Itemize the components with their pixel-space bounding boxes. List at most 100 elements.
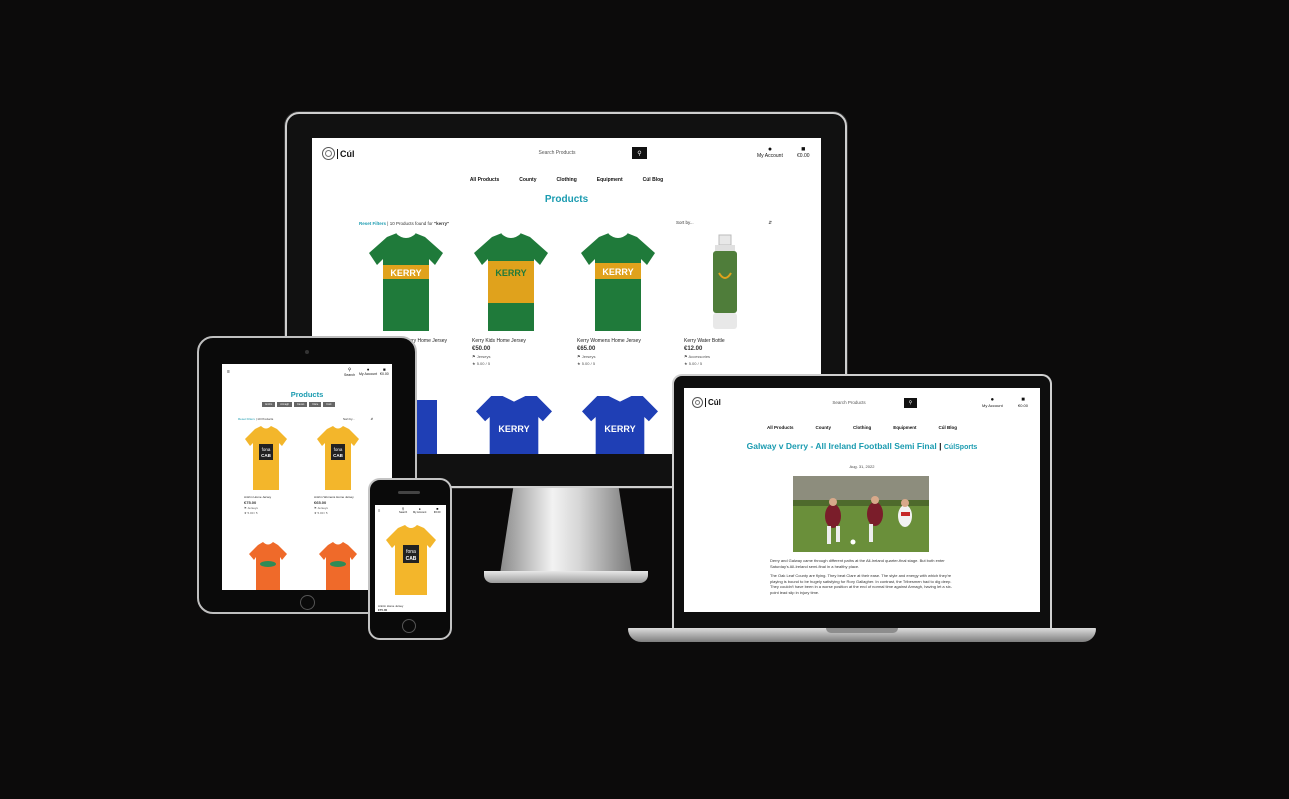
svg-text:CAB: CAB — [406, 556, 417, 562]
search-bar: Search Products ⚲ — [482, 147, 647, 159]
bag-link[interactable]: ■ €0.00 — [380, 367, 389, 376]
results-summary: Reset Filters | 10 Products — [238, 417, 273, 421]
antrim-jersey-image[interactable]: fona CAB — [244, 426, 288, 492]
product-price: €50.00 — [472, 346, 491, 352]
product-info: Antrim Home Jersey €75.00 ⚑ Jerseys ★ 5.… — [244, 495, 304, 515]
chip[interactable]: Armagh — [277, 402, 292, 407]
site-logo[interactable]: Cúl — [692, 397, 721, 408]
product-card[interactable]: KERRY — [472, 232, 550, 338]
nav-clothing[interactable]: Clothing — [853, 425, 871, 430]
account-link[interactable]: ● My Account — [359, 367, 377, 376]
nav-equipment[interactable]: Equipment — [597, 177, 623, 183]
svg-text:fona: fona — [406, 549, 416, 555]
product-name[interactable]: Kerry Womens Home Jersey — [577, 338, 677, 344]
antrim-jersey-image[interactable]: fona CAB — [385, 525, 437, 597]
tag-icon: ⚑ — [577, 354, 581, 359]
user-icon: ● — [767, 146, 773, 153]
post-author[interactable]: CúlSports — [944, 444, 977, 451]
nav-equipment[interactable]: Equipment — [893, 425, 916, 430]
product-category[interactable]: Jerseys — [582, 354, 596, 359]
search-button[interactable]: ⚲ — [632, 147, 647, 159]
logo-divider — [337, 148, 338, 159]
product-rating: 5.00 / 5 — [317, 511, 328, 515]
nav-county[interactable]: County — [519, 177, 536, 183]
account-label: My Account — [982, 403, 1003, 408]
account-label: My Account — [359, 372, 378, 376]
blue-jersey-image[interactable]: KERRY — [476, 396, 552, 454]
menu-icon[interactable]: ≡ — [227, 369, 230, 375]
product-card[interactable] — [707, 233, 743, 338]
desktop-monitor-stand — [500, 488, 632, 574]
bag-link[interactable]: ■ €0.00 — [797, 146, 810, 159]
search-icon: ⚲ — [908, 400, 913, 406]
product-name[interactable]: Antrim Home Jersey — [244, 495, 304, 499]
site-logo[interactable]: Cúl — [322, 147, 355, 160]
blue-jersey-image[interactable]: KERRY — [582, 396, 658, 454]
nav-clothing[interactable]: Clothing — [557, 177, 577, 183]
search-button[interactable]: ⚲ — [904, 398, 917, 408]
bag-total: €0.00 — [434, 511, 441, 514]
chip[interactable]: Cavan — [294, 402, 308, 407]
nav-all-products[interactable]: All Products — [470, 177, 499, 183]
phone-speaker — [398, 491, 420, 494]
product-name[interactable]: Kerry Kids Home Jersey — [472, 338, 562, 344]
chip[interactable]: Cork — [323, 402, 335, 407]
search-link[interactable]: ⚲ Search — [344, 367, 355, 377]
product-name[interactable]: Kerry Water Bottle — [684, 338, 774, 344]
product-price: €65.00 — [314, 500, 327, 505]
product-category[interactable]: Jerseys — [477, 354, 491, 359]
svg-text:KERRY: KERRY — [390, 268, 421, 278]
nav-blog[interactable]: Cúl Blog — [939, 425, 958, 430]
account-link[interactable]: ● My Account — [982, 397, 1003, 408]
post-body: Derry and Galway came through different … — [770, 558, 954, 596]
search-input[interactable]: Search Products — [482, 147, 632, 159]
armagh-jersey-image[interactable] — [318, 542, 358, 590]
sort-select[interactable]: Sort by... ⇵ — [343, 417, 373, 421]
chip[interactable]: Clare — [309, 402, 322, 407]
bag-total: €0.00 — [1018, 403, 1029, 408]
search-label: Search — [344, 373, 356, 377]
account-link[interactable]: ● My Account — [413, 507, 426, 514]
product-category[interactable]: Jerseys — [248, 506, 258, 510]
kerry-jersey-image: KERRY — [369, 232, 443, 331]
account-link[interactable]: ● My Account — [757, 146, 783, 159]
nav-all-products[interactable]: All Products — [767, 425, 794, 430]
armagh-jersey-image[interactable] — [248, 542, 288, 590]
search-input[interactable]: Search Products — [794, 398, 904, 408]
product-rating: 5.00 / 5 — [581, 361, 596, 366]
sort-chevron-icon: ⇵ — [370, 417, 373, 421]
antrim-womens-jersey-image[interactable]: fona CAB — [316, 426, 360, 492]
logo-text: Cúl — [708, 398, 721, 407]
tablet-camera — [305, 350, 309, 354]
product-category[interactable]: Accessories — [688, 354, 710, 359]
bag-link[interactable]: ■ €0.00 — [434, 507, 441, 514]
svg-text:fona: fona — [334, 447, 343, 452]
product-card[interactable]: KERRY — [579, 232, 657, 338]
reset-filters-link[interactable]: Reset Filters — [238, 417, 255, 421]
product-category[interactable]: Jerseys — [318, 506, 328, 510]
desktop-monitor-base — [484, 571, 648, 583]
bag-link[interactable]: ■ €0.00 — [1018, 397, 1028, 408]
post-paragraph: Derry and Galway came through different … — [770, 558, 945, 569]
phone-home-button[interactable] — [402, 619, 416, 633]
product-card[interactable]: KERRY — [367, 232, 445, 338]
svg-text:fona: fona — [262, 447, 271, 452]
product-price: €75.00 — [244, 500, 257, 505]
logo-seal-icon — [692, 397, 703, 408]
nav-blog[interactable]: Cúl Blog — [643, 177, 664, 183]
chip[interactable]: Antrim — [262, 402, 276, 407]
reset-filters-link[interactable]: Reset Filters — [359, 221, 386, 226]
sort-label: Sort by... — [343, 417, 355, 421]
jersey-text: KERRY — [498, 424, 530, 434]
tablet-home-button[interactable] — [300, 595, 315, 610]
sort-label: Sort by... — [676, 220, 694, 225]
search-link[interactable]: ⚲ Search — [399, 507, 407, 514]
search-label: Search — [399, 511, 408, 514]
menu-icon[interactable]: ≡ — [378, 508, 380, 513]
sort-chevron-icon: ⇵ — [768, 220, 772, 225]
laptop-screen: Cúl Search Products ⚲ ● My Account ■ €0.… — [684, 388, 1040, 612]
nav-county[interactable]: County — [816, 425, 832, 430]
product-name[interactable]: Antrim Womens Home Jersey — [314, 495, 376, 499]
sort-select[interactable]: Sort by... ⇵ — [676, 220, 772, 226]
account-label: My Account — [757, 153, 783, 159]
